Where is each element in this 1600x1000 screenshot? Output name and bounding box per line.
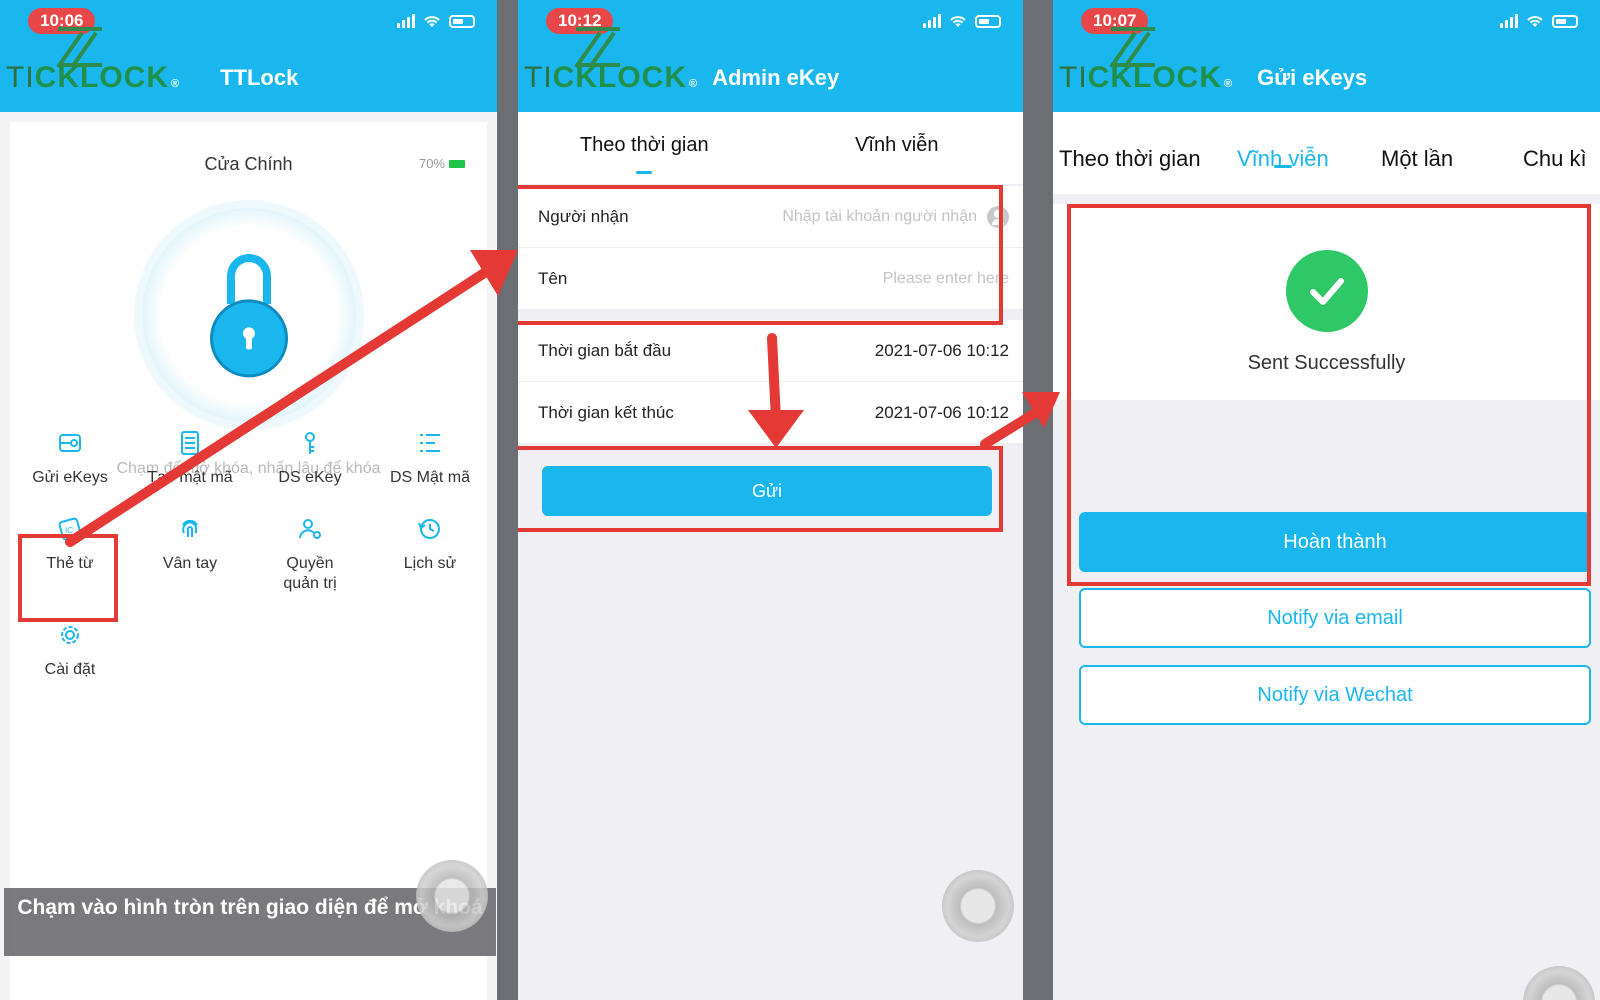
menu-label: DS eKey — [278, 469, 342, 486]
highlight-recipient-fields — [518, 185, 1003, 325]
menu-passcode-list[interactable]: DS Mật mã — [370, 428, 490, 488]
passcode-list-icon — [415, 428, 445, 458]
highlight-send-button — [518, 446, 1003, 532]
phone-screen-send-success: 10:07 TI CKLOCK ® Gửi eKeys Theo thời gian… — [1053, 0, 1600, 1000]
page-title: Gửi eKeys — [1257, 65, 1368, 90]
menu-label: Vân tay — [162, 555, 218, 572]
phone-screen-home: 10:06 TI CKLOCK ® TTLock Cửa Chính 70% Chạ… — [0, 0, 497, 1000]
menu-fingerprint[interactable]: Vân tay — [130, 514, 250, 594]
highlight-send-ekeys — [18, 534, 118, 622]
start-time-value: 2021-07-06 10:12 — [874, 340, 1009, 360]
start-time-field[interactable]: Thời gian bắt đầu 2021-07-06 10:12 — [518, 320, 1023, 382]
send-ekey-icon — [55, 428, 85, 458]
assistive-touch-button[interactable] — [942, 870, 1014, 942]
menu-ekey-list[interactable]: DS eKey — [250, 428, 370, 488]
fingerprint-icon — [175, 514, 205, 544]
padlock-icon — [209, 299, 288, 378]
ticklock-logo: TI CKLOCK ® — [6, 27, 180, 95]
menu-settings[interactable]: Cài đặt — [10, 620, 130, 680]
phone-screen-admin-ekey: 10:12 TI CKLOCK ® Admin eKey Theo thời gia… — [518, 0, 1023, 1000]
settings-gear-icon — [55, 620, 85, 650]
page-title: Admin eKey — [712, 65, 840, 90]
tab-permanent[interactable]: Vĩnh viễn — [1237, 112, 1329, 172]
keypad-icon — [175, 428, 205, 458]
highlight-success-area — [1067, 204, 1591, 586]
battery-level-icon — [449, 159, 465, 168]
end-time-field[interactable]: Thời gian kết thúc 2021-07-06 10:12 — [518, 382, 1023, 444]
menu-label: Lịch sử — [403, 555, 457, 572]
unlock-circle-button[interactable] — [141, 208, 356, 422]
menu-create-passcode[interactable]: Tạo mật mã — [130, 428, 250, 488]
ekey-list-icon — [295, 428, 325, 458]
notify-wechat-button[interactable]: Notify via Wechat — [1079, 665, 1591, 725]
menu-label: Quyền quản trị — [283, 555, 337, 592]
assistive-touch-button[interactable] — [1523, 966, 1595, 1000]
nav-bar: TI CKLOCK ® Gửi eKeys — [1053, 27, 1600, 112]
menu-label: Gửi eKeys — [32, 469, 108, 486]
tab-one-time[interactable]: Một lần — [1381, 112, 1453, 172]
wifi-icon — [950, 16, 966, 27]
menu-admin[interactable]: Quyền quản trị — [250, 514, 370, 594]
history-icon — [415, 514, 445, 544]
lock-battery: 70% — [419, 156, 465, 171]
notify-email-button[interactable]: Notify via email — [1079, 588, 1591, 648]
signal-icon — [923, 14, 941, 28]
battery-icon — [975, 14, 1001, 28]
lock-shackle-icon — [226, 254, 271, 304]
menu-send-ekeys[interactable]: Gửi eKeys — [10, 428, 130, 488]
page-title: TTLock — [220, 65, 299, 90]
ekey-type-tabs: Theo thời gian Vĩnh viễn — [518, 112, 1023, 184]
menu-label: Cài đặt — [44, 661, 96, 678]
tab-recurring[interactable]: Chu kì — [1523, 112, 1587, 172]
wifi-icon — [1527, 16, 1543, 27]
ticklock-logo: TI CKLOCK ® — [1059, 27, 1233, 95]
nav-bar: TI CKLOCK ® Admin eKey — [518, 27, 1023, 112]
nav-bar: TI CKLOCK ® TTLock — [0, 27, 497, 112]
assistive-touch-button[interactable] — [416, 860, 488, 932]
signal-icon — [1500, 14, 1518, 28]
lock-name: Cửa Chính — [204, 154, 293, 174]
wifi-icon — [424, 16, 440, 27]
tab-timed[interactable]: Theo thời gian — [518, 112, 771, 184]
menu-label: Tạo mật mã — [147, 469, 233, 486]
end-time-value: 2021-07-06 10:12 — [874, 402, 1009, 422]
battery-icon — [449, 14, 475, 28]
menu-history[interactable]: Lịch sử — [370, 514, 490, 594]
admin-icon — [295, 514, 325, 544]
battery-icon — [1552, 14, 1578, 28]
menu-label: DS Mật mã — [389, 469, 470, 486]
ekey-type-tabs: Theo thời gian Vĩnh viễn Một lần Chu kì — [1053, 112, 1600, 194]
ticklock-logo: TI CKLOCK ® — [524, 27, 698, 95]
signal-icon — [397, 14, 415, 28]
tab-timed[interactable]: Theo thời gian — [1059, 112, 1201, 172]
start-time-label: Thời gian bắt đầu — [538, 340, 672, 360]
tab-permanent[interactable]: Vĩnh viễn — [771, 112, 1024, 184]
end-time-label: Thời gian kết thúc — [538, 402, 674, 422]
